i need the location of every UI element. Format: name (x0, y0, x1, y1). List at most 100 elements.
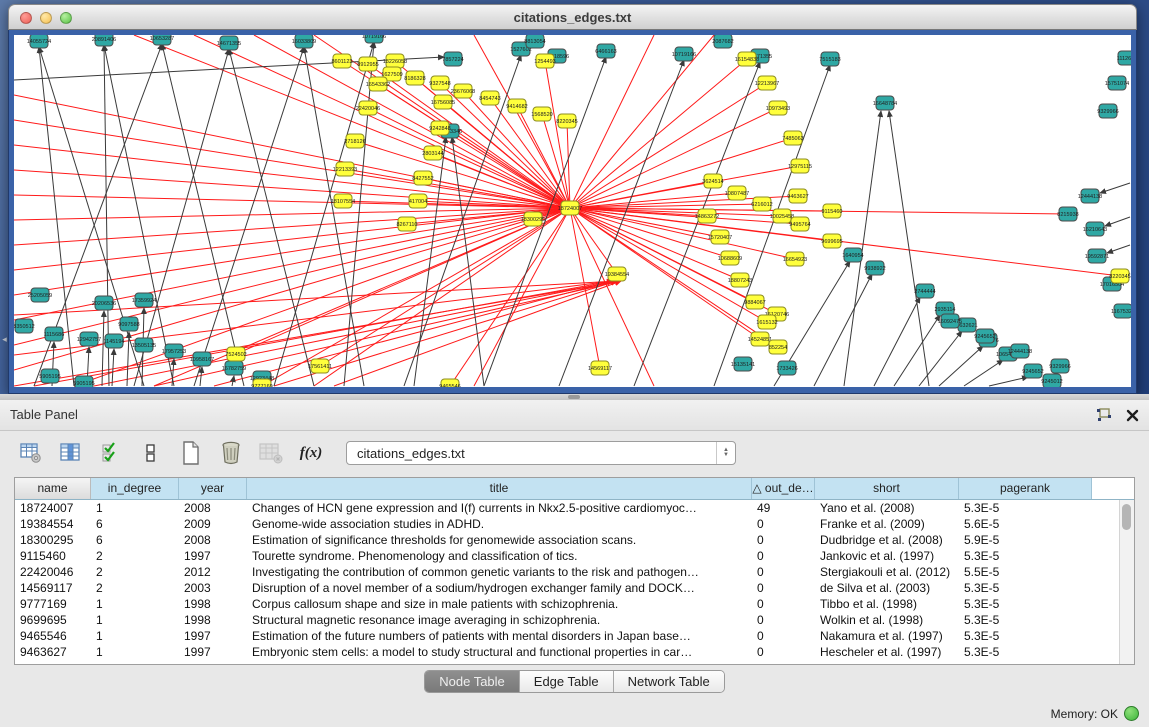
graph-node[interactable]: 9245652 (974, 329, 995, 343)
create-table-icon[interactable] (178, 440, 204, 466)
graph-node[interactable]: 16648784 (873, 96, 897, 110)
graph-node[interactable]: 8912955 (357, 57, 378, 71)
graph-node[interactable]: 8186328 (404, 71, 425, 85)
graph-node[interactable]: 23676068 (451, 84, 475, 98)
graph-node[interactable]: 16654923 (783, 252, 807, 266)
graph-node[interactable]: 8220345 (1109, 269, 1130, 283)
graph-node[interactable]: 9115460 (821, 204, 842, 218)
graph-node[interactable]: 9884067 (744, 295, 765, 309)
graph-node[interactable]: 18300295 (521, 212, 545, 226)
graph-node[interactable]: 1640954 (842, 248, 863, 262)
graph-node[interactable]: 2803144 (422, 146, 443, 160)
vertical-scrollbar[interactable] (1119, 500, 1134, 664)
window-titlebar[interactable]: citations_edges.txt (8, 4, 1137, 30)
table-row[interactable]: 911546021997Tourette syndrome. Phenomeno… (15, 548, 1120, 564)
graph-node[interactable]: 9938922 (864, 261, 885, 275)
column-header-in_degree[interactable]: in_degree (91, 478, 179, 499)
graph-node[interactable]: 10719166 (672, 47, 696, 61)
graph-node[interactable]: 9777169 (251, 379, 272, 387)
graph-node[interactable]: 18226058 (383, 54, 407, 68)
graph-node[interactable]: 16154838 (735, 52, 759, 66)
graph-node[interactable]: 18807243 (728, 273, 752, 287)
graph-node[interactable]: 18107554 (331, 194, 355, 208)
graph-node[interactable]: 852254 (769, 340, 787, 354)
graph-node[interactable]: 8220345 (556, 114, 577, 128)
graph-node[interactable]: 16782759 (222, 361, 246, 375)
graph-node[interactable]: 9465546 (439, 379, 460, 387)
graph-node[interactable]: 16543362 (366, 77, 390, 91)
graph-node[interactable]: 25205059 (28, 288, 52, 302)
graph-node[interactable]: 11675323 (1111, 304, 1131, 318)
graph-node[interactable]: 16756085 (431, 95, 455, 109)
graph-node[interactable]: 12942757 (77, 332, 101, 346)
graph-node[interactable]: 20206536 (92, 296, 116, 310)
column-header-year[interactable]: year (179, 478, 247, 499)
graph-node[interactable]: 8350512 (14, 319, 35, 333)
select-all-columns-icon[interactable] (98, 440, 124, 466)
column-header-out_de[interactable]: △ out_de… (752, 478, 815, 499)
graph-node[interactable]: 9242848 (429, 121, 450, 135)
graph-node[interactable]: 18724007 (558, 201, 582, 215)
graph-node[interactable]: 9329966 (1097, 104, 1118, 118)
graph-node[interactable]: 1254493 (534, 54, 555, 68)
graph-node[interactable]: 9495764 (789, 217, 810, 231)
graph-node[interactable]: 9463627 (787, 189, 808, 203)
column-header-name[interactable]: name (15, 478, 91, 499)
graph-node[interactable]: 12444138 (1078, 189, 1102, 203)
graph-node[interactable]: 7857224 (442, 52, 463, 66)
table-select-dropdown[interactable]: citations_edges.txt ▲▼ (346, 441, 736, 465)
graph-node[interactable]: 8601123 (331, 54, 352, 68)
table-row[interactable]: 946362711997Embryonic stem cells: a mode… (15, 644, 1120, 660)
graph-node[interactable]: 22420046 (356, 101, 380, 115)
graph-node[interactable]: 10653287 (150, 35, 174, 45)
graph-node[interactable]: 14569117 (588, 361, 612, 375)
graph-node[interactable]: 5905195 (73, 376, 94, 387)
graph-node[interactable]: 9245652 (1022, 364, 1043, 378)
graph-node[interactable]: 10973493 (766, 101, 790, 115)
graph-node[interactable]: 9245012 (1041, 374, 1062, 387)
graph-node[interactable]: 17957253 (162, 344, 186, 358)
graph-node[interactable]: 2087682 (712, 35, 733, 48)
float-panel-icon[interactable] (1096, 408, 1112, 422)
graph-node[interactable]: 1615132 (756, 315, 777, 329)
graph-node[interactable]: 10719166 (362, 35, 386, 43)
delete-table-icon[interactable] (218, 440, 244, 466)
graph-node[interactable]: 17359924 (132, 293, 156, 307)
graph-node[interactable]: 9329966 (1049, 359, 1070, 373)
graph-node[interactable]: 20891406 (92, 35, 116, 46)
graph-node[interactable]: 6216012 (751, 197, 772, 211)
graph-node[interactable]: 10688609 (718, 251, 742, 265)
graph-node[interactable]: 6466163 (595, 44, 616, 58)
column-header-pagerank[interactable]: pagerank (959, 478, 1092, 499)
table-row[interactable]: 977716911998Corpus callosum shape and si… (15, 596, 1120, 612)
graph-node[interactable]: 15751074 (1105, 76, 1129, 90)
graph-node[interactable]: 19384554 (605, 267, 629, 281)
table-row[interactable]: 969969511998Structural magnetic resonanc… (15, 612, 1120, 628)
graph-node[interactable]: 12213967 (755, 76, 779, 90)
graph-node[interactable]: 7524502 (225, 347, 246, 361)
table-row[interactable]: 946554611997Estimation of the future num… (15, 628, 1120, 644)
graph-node[interactable]: 1733426 (776, 361, 797, 375)
graph-node[interactable]: 14863272 (695, 209, 719, 223)
graph-node[interactable]: 17561411 (308, 359, 332, 373)
graph-node[interactable]: 14671355 (217, 36, 241, 50)
graph-node[interactable]: 10807487 (725, 186, 749, 200)
graph-node[interactable]: 1115686 (44, 327, 65, 341)
graph-node[interactable]: 8267110 (396, 217, 417, 231)
graph-node[interactable]: 1568520 (531, 107, 552, 121)
graph-node[interactable]: 9699695 (821, 234, 842, 248)
network-graph[interactable]: 1405572420891406106532871467135516033809… (14, 35, 1131, 387)
tab-network-table[interactable]: Network Table (614, 671, 724, 692)
column-header-title[interactable]: title (247, 478, 752, 499)
graph-node[interactable]: 9097588 (118, 317, 139, 331)
graph-node[interactable]: 12975115 (788, 159, 812, 173)
graph-node[interactable]: 15720407 (708, 230, 732, 244)
graph-node[interactable]: 1145194 (103, 334, 124, 348)
graph-node[interactable]: 15135141 (731, 357, 755, 371)
graph-node[interactable]: 16210643 (1083, 222, 1107, 236)
table-row[interactable]: 1872400712008Changes of HCN gene express… (15, 500, 1120, 516)
table-row[interactable]: 1830029562008Estimation of significance … (15, 532, 1120, 548)
table-row[interactable]: 1456911722003Disruption of a novel membe… (15, 580, 1120, 596)
graph-node[interactable]: 5905195 (39, 369, 60, 383)
graph-node[interactable]: 8454743 (479, 91, 500, 105)
